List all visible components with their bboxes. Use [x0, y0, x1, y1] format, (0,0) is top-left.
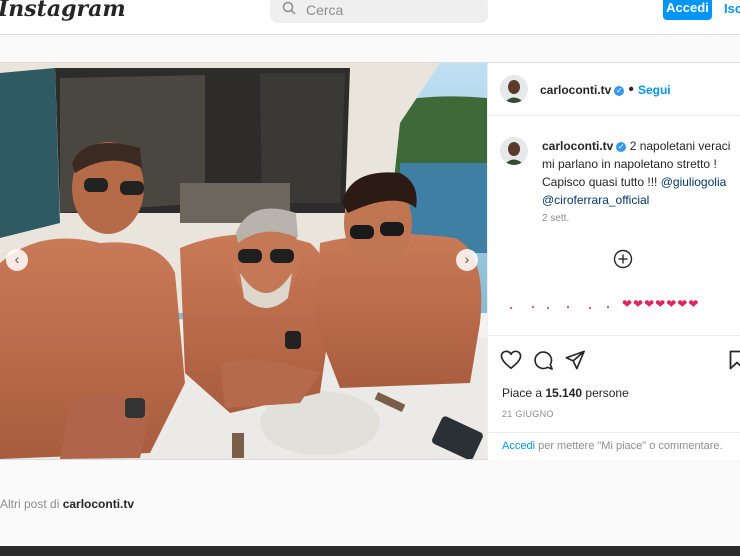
heart-icon[interactable]: [500, 350, 522, 370]
photo-illustration: [0, 63, 487, 459]
comment-login-bar: Accedi per mettere "Mi piace" o commenta…: [488, 432, 740, 461]
instagram-logo[interactable]: Instagram: [0, 0, 126, 22]
post-header-text: carloconti.tv ✓ • Segui: [540, 81, 671, 99]
caption-avatar[interactable]: [500, 137, 528, 165]
load-more-comments-icon[interactable]: [613, 249, 633, 269]
heart-emojis: ❤❤❤❤❤❤❤: [622, 297, 700, 311]
search-input[interactable]: Cerca: [306, 2, 343, 18]
post-photo[interactable]: ‹ ›: [0, 63, 487, 459]
search-icon: [282, 1, 296, 15]
next-arrow-button[interactable]: ›: [456, 249, 478, 271]
mention-link[interactable]: @ciroferrara_official: [542, 193, 649, 207]
comment-icon[interactable]: [533, 350, 553, 370]
separator-dot: •: [628, 81, 634, 98]
username-link[interactable]: carloconti.tv: [540, 83, 611, 97]
login-hint-text: per mettere "Mi piace" o commentare.: [535, 440, 723, 452]
post-actions: Piace a 15.140 persone 21 GIUGNO Accedi …: [488, 335, 740, 460]
avatar[interactable]: [500, 75, 528, 103]
prev-arrow-button[interactable]: ‹: [6, 249, 28, 271]
bottom-bar: [0, 546, 740, 556]
share-icon[interactable]: [565, 350, 585, 370]
mention-link[interactable]: @giuliogolia: [661, 175, 727, 189]
more-posts-heading: Altri post di carloconti.tv: [0, 497, 134, 511]
post-caption: carloconti.tv ✓ 2 napoletani veraci mi pa…: [542, 137, 738, 209]
post-time: 2 sett.: [542, 213, 570, 224]
avatar-icon: [500, 137, 528, 165]
top-bar: Instagram Cerca Accedi Iscr: [0, 0, 740, 35]
avatar-icon: [500, 75, 528, 103]
comment-row: ❤❤❤❤❤❤❤: [498, 297, 738, 314]
obscured-comment-text: [509, 305, 610, 310]
follow-button[interactable]: Segui: [638, 83, 671, 97]
likes-number: 15.140: [545, 386, 583, 400]
search-box[interactable]: Cerca: [270, 0, 488, 23]
post-header: carloconti.tv ✓ • Segui: [488, 63, 740, 116]
verified-badge-icon: ✓: [614, 86, 625, 96]
post-card: ‹ › carloconti.tv ✓ • Segui carloconti.t…: [0, 62, 740, 460]
likes-suffix: persone: [582, 386, 629, 400]
post-sidebar: carloconti.tv ✓ • Segui carloconti.tv ✓ 2 na…: [487, 63, 740, 460]
caption-username-link[interactable]: carloconti.tv: [542, 139, 613, 153]
signup-link[interactable]: Iscr: [724, 1, 740, 16]
likes-prefix: Piace a: [502, 386, 546, 400]
post-date[interactable]: 21 GIUGNO: [502, 409, 554, 419]
bookmark-icon[interactable]: [729, 350, 740, 370]
verified-badge-icon: ✓: [616, 142, 627, 152]
login-link[interactable]: Accedi: [502, 440, 535, 452]
login-button[interactable]: Accedi: [663, 0, 712, 20]
login-hint: Accedi per mettere "Mi piace" o commenta…: [502, 440, 723, 452]
likes-count[interactable]: Piace a 15.140 persone: [502, 386, 629, 400]
more-posts-username-link[interactable]: carloconti.tv: [63, 497, 134, 511]
more-posts-prefix: Altri post di: [0, 497, 63, 511]
